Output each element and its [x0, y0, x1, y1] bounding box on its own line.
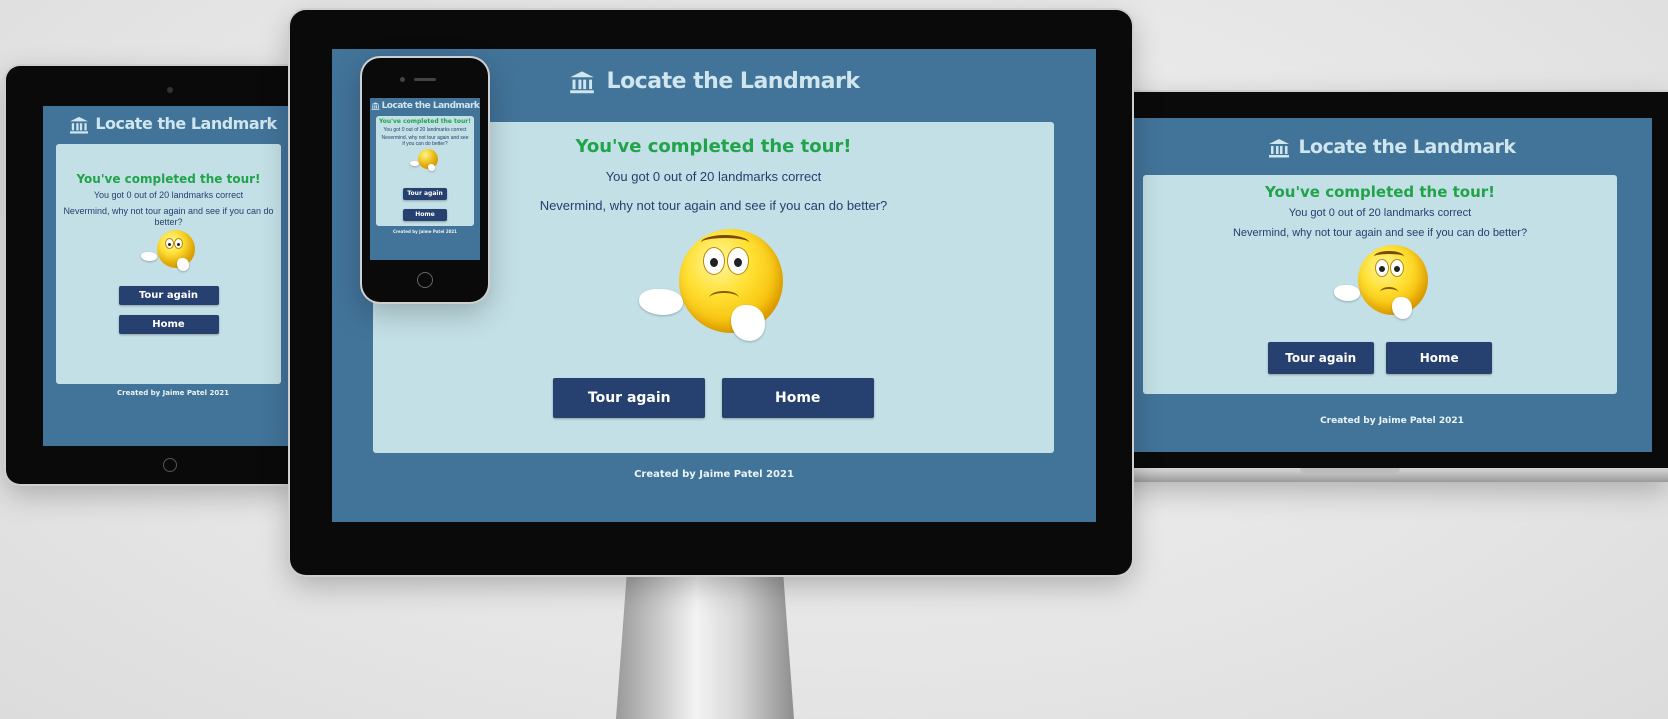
site-title: Locate the Landmark [381, 101, 480, 111]
site-title: Locate the Landmark [606, 69, 860, 94]
site-header: Locate the Landmark [1132, 136, 1652, 158]
home-button[interactable]: Home [403, 209, 447, 221]
tour-again-button[interactable]: Tour again [403, 188, 447, 200]
footer-credit: Created by Jaime Patel 2021 [393, 229, 457, 234]
phone-home-button[interactable] [417, 272, 433, 288]
site-header: Locate the Landmark [43, 114, 303, 134]
score-text: You got 0 out of 20 landmarks correct [1288, 207, 1472, 219]
tablet-camera [167, 87, 173, 93]
encouragement-text: Nevermind, why not tour again and see if… [1232, 227, 1528, 239]
landmark-icon [371, 101, 380, 110]
phone-screen: Locate the Landmark You've completed the… [370, 98, 480, 260]
laptop-mockup: Locate the Landmark You've completed the… [1100, 92, 1668, 512]
site-title: Locate the Landmark [1298, 136, 1516, 158]
tour-again-button[interactable]: Tour again [553, 378, 706, 418]
laptop-screen: Locate the Landmark You've completed the… [1132, 118, 1652, 452]
thinking-emoji [1330, 245, 1430, 325]
home-button[interactable]: Home [118, 315, 219, 334]
result-heading: You've completed the tour! [378, 118, 472, 125]
result-card: You've completed the tour! You got 0 out… [376, 116, 474, 226]
result-heading: You've completed the tour! [76, 172, 261, 186]
tablet-home-button[interactable] [163, 458, 177, 472]
tour-again-button[interactable]: Tour again [118, 286, 219, 305]
home-button[interactable]: Home [1386, 342, 1493, 374]
home-button[interactable]: Home [721, 378, 874, 418]
landmark-icon [569, 70, 595, 94]
footer-credit: Created by Jaime Patel 2021 [1320, 416, 1464, 426]
landmark-icon [69, 116, 89, 134]
result-heading: You've completed the tour! [1264, 183, 1496, 201]
phone-camera [400, 77, 405, 82]
thinking-emoji [638, 229, 789, 347]
landmark-icon [1268, 138, 1290, 158]
phone-mockup: Locate the Landmark You've completed the… [362, 58, 488, 306]
tour-again-button[interactable]: Tour again [1267, 342, 1374, 374]
monitor-stand [616, 575, 794, 719]
encouragement-text: Nevermind, why not tour again and see if … [381, 135, 469, 147]
footer-credit: Created by Jaime Patel 2021 [117, 389, 229, 397]
phone-speaker [414, 78, 436, 81]
site-header: Locate the Landmark [370, 101, 480, 111]
result-card: You've completed the tour! You got 0 out… [1143, 175, 1617, 394]
encouragement-text: Nevermind, why not tour again and see if… [63, 206, 274, 227]
score-text: You got 0 out of 20 landmarks correct [93, 190, 244, 200]
footer-credit: Created by Jaime Patel 2021 [634, 469, 794, 480]
tablet-mockup: Locate the Landmark You've completed the… [6, 66, 303, 486]
tablet-screen: Locate the Landmark You've completed the… [43, 106, 303, 446]
result-card: You've completed the tour! You got 0 out… [56, 144, 281, 384]
score-text: You got 0 out of 20 landmarks correct [383, 127, 467, 133]
thinking-emoji [410, 149, 440, 173]
site-title: Locate the Landmark [95, 114, 277, 133]
thinking-emoji [139, 230, 199, 276]
